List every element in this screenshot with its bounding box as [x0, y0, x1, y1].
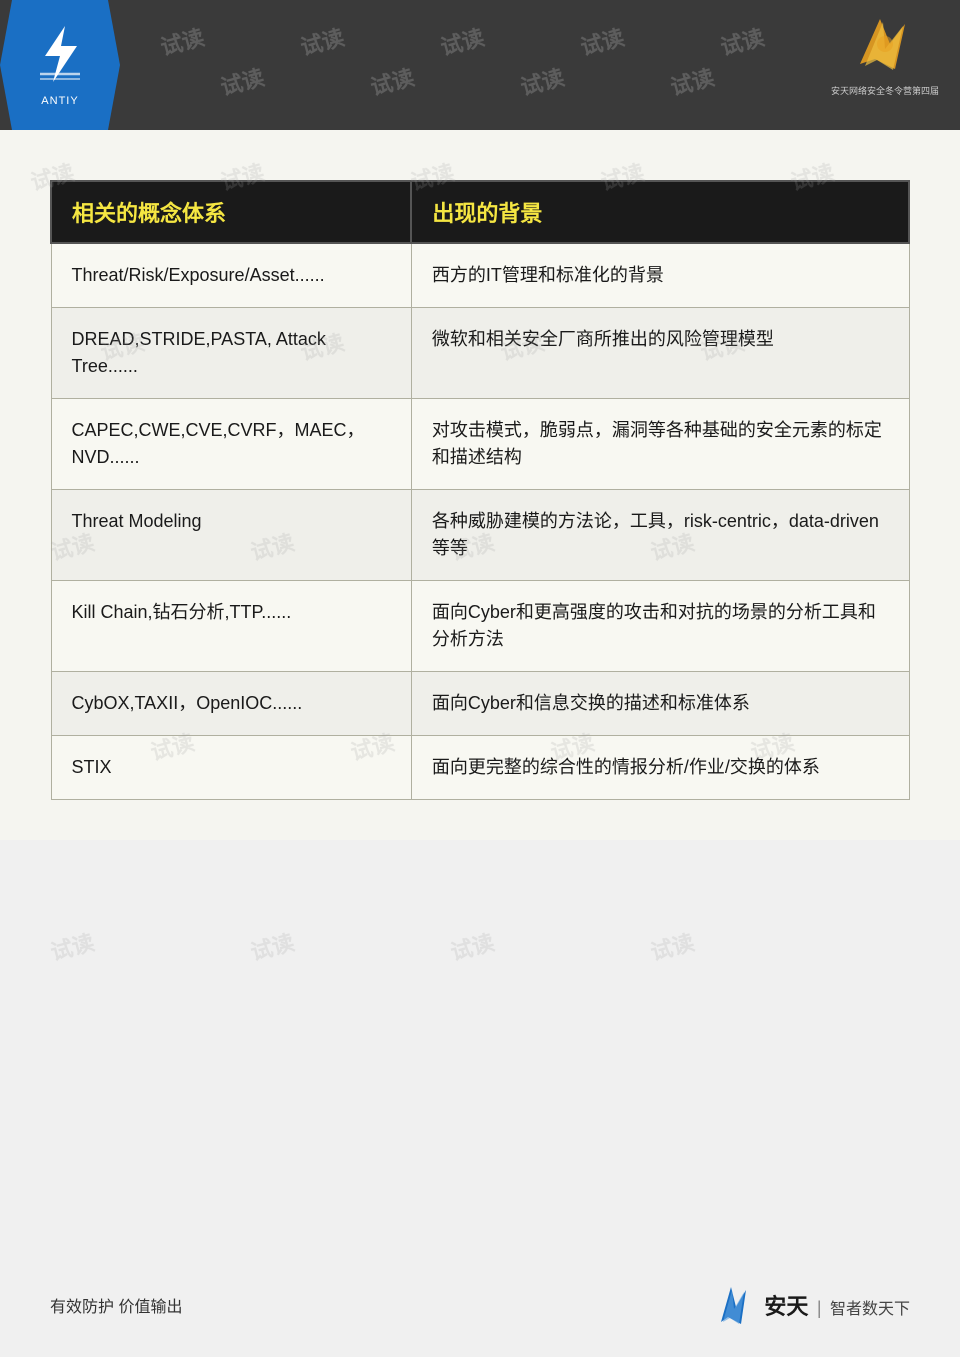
table-row: STIX面向更完整的综合性的情报分析/作业/交换的体系: [51, 736, 909, 800]
logo-lightning-icon: [35, 24, 85, 91]
table-row: CybOX,TAXII，OpenIOC......面向Cyber和信息交换的描述…: [51, 672, 909, 736]
watermark-4: 试读: [577, 20, 628, 62]
footer-brand-sub: 智者数天下: [830, 1301, 910, 1318]
table-row: CAPEC,CWE,CVE,CVRF，MAEC，NVD......对攻击模式，脆…: [51, 399, 909, 490]
footer-brand: 安天 | 智者数天下: [706, 1282, 910, 1327]
concept-table: 相关的概念体系 出现的背景 Threat/Risk/Exposure/Asset…: [50, 180, 910, 800]
left-cell-6: STIX: [51, 736, 411, 800]
watermark-6: 试读: [217, 60, 268, 102]
right-cell-4: 面向Cyber和更高强度的攻击和对抗的场景的分析工具和分析方法: [411, 581, 909, 672]
watermark-2: 试读: [297, 20, 348, 62]
left-cell-3: Threat Modeling: [51, 490, 411, 581]
left-cell-2: CAPEC,CWE,CVE,CVRF，MAEC，NVD......: [51, 399, 411, 490]
watermark-8: 试读: [517, 60, 568, 102]
body-watermark-18: 试读: [47, 925, 98, 967]
footer-tagline: 有效防护 价值输出: [50, 1293, 182, 1317]
col1-header: 相关的概念体系: [51, 181, 411, 243]
footer-brand-icon: [706, 1282, 756, 1327]
right-cell-3: 各种威胁建模的方法论，工具，risk-centric，data-driven等等: [411, 490, 909, 581]
body-watermark-20: 试读: [447, 925, 498, 967]
footer-brand-name: 安天: [764, 1294, 808, 1319]
body-watermark-21: 试读: [647, 925, 698, 967]
main-content: 试读 试读 试读 试读 试读 试读 试读 试读 试读 试读 试读 试读 试读 试…: [0, 130, 960, 840]
watermark-3: 试读: [437, 20, 488, 62]
left-cell-0: Threat/Risk/Exposure/Asset......: [51, 243, 411, 308]
footer-divider: |: [817, 1298, 822, 1318]
right-cell-1: 微软和相关安全厂商所推出的风险管理模型: [411, 308, 909, 399]
footer: 有效防护 价值输出 安天 | 智者数天下: [0, 1282, 960, 1327]
header-right-brand: 安天网络安全冬令营第四届: [830, 10, 940, 100]
logo-area: ANTIY: [0, 0, 120, 130]
table-row: DREAD,STRIDE,PASTA, Attack Tree......微软和…: [51, 308, 909, 399]
left-cell-1: DREAD,STRIDE,PASTA, Attack Tree......: [51, 308, 411, 399]
watermark-1: 试读: [157, 20, 208, 62]
watermark-9: 试读: [667, 60, 718, 102]
body-watermark-19: 试读: [247, 925, 298, 967]
table-row: Threat/Risk/Exposure/Asset......西方的IT管理和…: [51, 243, 909, 308]
right-cell-0: 西方的IT管理和标准化的背景: [411, 243, 909, 308]
col2-header: 出现的背景: [411, 181, 909, 243]
right-cell-6: 面向更完整的综合性的情报分析/作业/交换的体系: [411, 736, 909, 800]
left-cell-5: CybOX,TAXII，OpenIOC......: [51, 672, 411, 736]
watermark-5: 试读: [717, 20, 768, 62]
left-cell-4: Kill Chain,钻石分析,TTP......: [51, 581, 411, 672]
footer-brand-text: 安天 | 智者数天下: [764, 1289, 910, 1321]
table-row: Kill Chain,钻石分析,TTP......面向Cyber和更高强度的攻击…: [51, 581, 909, 672]
watermark-7: 试读: [367, 60, 418, 102]
logo-text: ANTIY: [41, 95, 78, 107]
right-cell-5: 面向Cyber和信息交换的描述和标准体系: [411, 672, 909, 736]
header-brand-text: 安天网络安全冬令营第四届: [831, 84, 939, 97]
header: ANTIY 试读 试读 试读 试读 试读 试读 试读 试读 试读 安天网络安全冬…: [0, 0, 960, 130]
header-brand-icon: [845, 14, 925, 84]
right-cell-2: 对攻击模式，脆弱点，漏洞等各种基础的安全元素的标定和描述结构: [411, 399, 909, 490]
table-row: Threat Modeling各种威胁建模的方法论，工具，risk-centri…: [51, 490, 909, 581]
